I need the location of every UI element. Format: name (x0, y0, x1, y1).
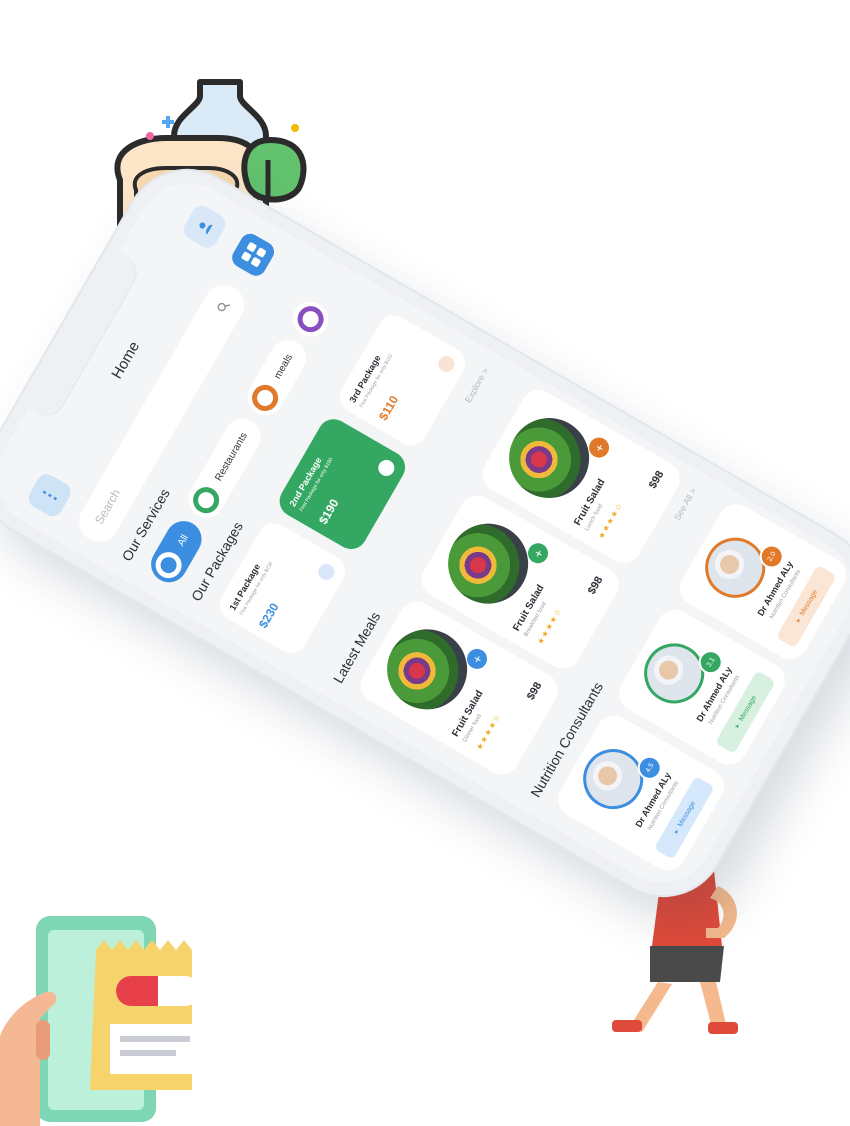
service-label: meals (271, 352, 295, 381)
service-icon (247, 380, 283, 416)
leaf-icon (315, 560, 338, 583)
message-label: Message (798, 588, 819, 617)
service-icon (292, 301, 329, 338)
filter-button[interactable] (228, 230, 278, 280)
phone-screen: ⋮ Home Our Services AllRestaurantsmeals … (0, 164, 850, 902)
leaf-icon (435, 353, 458, 375)
phone-prescription-icon (0, 916, 206, 1126)
leaf-icon (375, 457, 398, 479)
send-icon: ➤ (794, 617, 803, 625)
message-label: Message (676, 799, 697, 828)
meal-price: $98 (646, 468, 667, 491)
service-chip[interactable] (286, 295, 335, 344)
see-all-link[interactable]: See All > (672, 486, 699, 522)
service-chip[interactable]: Restaurants (182, 412, 268, 524)
explore-link[interactable]: Explore > (463, 366, 491, 404)
service-chip[interactable]: meals (241, 333, 313, 422)
send-icon: ➤ (672, 828, 681, 836)
grid-icon (240, 251, 252, 263)
meal-price: $98 (585, 574, 606, 597)
message-label: Message (737, 694, 758, 723)
phone-frame: ⋮ Home Our Services AllRestaurantsmeals … (0, 145, 850, 921)
user-icon (199, 222, 213, 235)
service-icon (188, 482, 224, 518)
service-icon (150, 547, 187, 583)
service-label: All (175, 532, 191, 548)
send-icon: ➤ (733, 722, 742, 731)
meal-price: $98 (524, 680, 545, 703)
service-label: Restaurants (212, 430, 250, 483)
